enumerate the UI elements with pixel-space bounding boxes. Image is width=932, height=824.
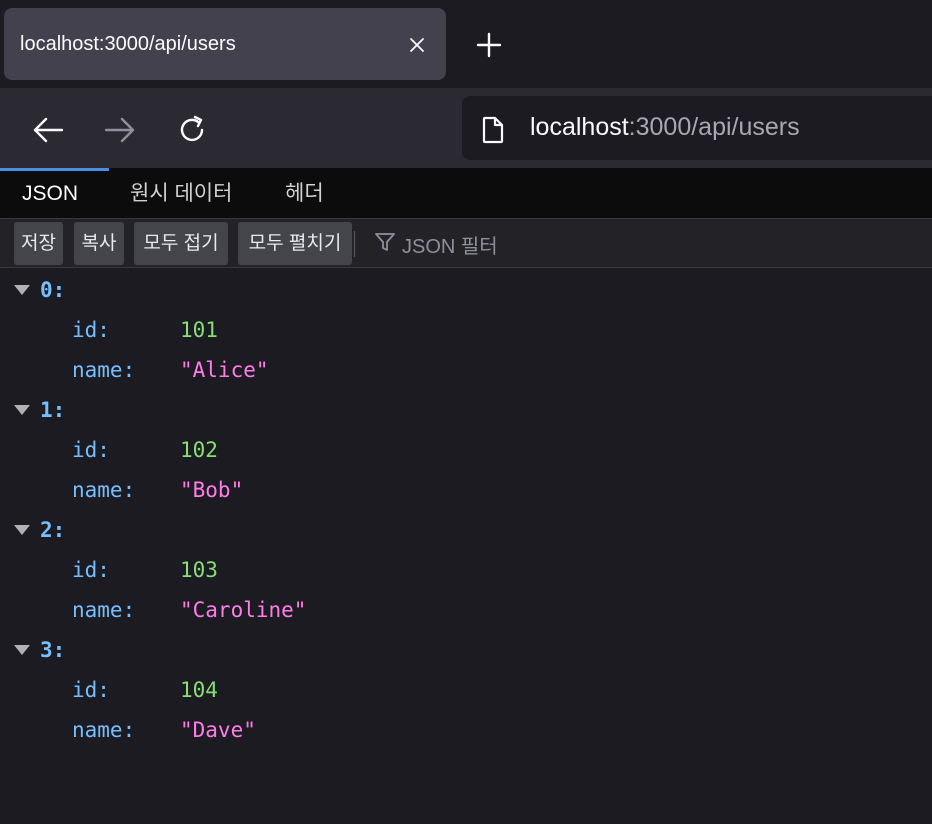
tree-row-index[interactable]: 3: xyxy=(0,630,932,670)
tree-row-name[interactable]: name: "Dave" xyxy=(0,710,932,750)
back-arrow-icon[interactable] xyxy=(26,108,70,152)
key-label: name: xyxy=(72,718,136,742)
json-filter-input[interactable]: JSON 필터 xyxy=(374,231,498,258)
forward-arrow-icon[interactable] xyxy=(98,108,142,152)
string-value: "Dave" xyxy=(180,718,256,742)
array-index: 1: xyxy=(40,398,66,422)
twisty-down-icon[interactable] xyxy=(14,405,30,415)
save-button[interactable]: 저장 xyxy=(14,222,63,265)
twisty-down-icon[interactable] xyxy=(14,285,30,295)
url-host: localhost xyxy=(530,113,629,141)
document-icon xyxy=(482,116,504,149)
tree-row-index[interactable]: 0: xyxy=(0,270,932,310)
tab-title: localhost:3000/api/users xyxy=(20,33,236,55)
number-value: 101 xyxy=(180,318,218,342)
key-label: name: xyxy=(72,478,136,502)
browser-tab[interactable]: localhost:3000/api/users xyxy=(4,8,446,80)
tree-row-id[interactable]: id: 103 xyxy=(0,550,932,590)
key-label: id: xyxy=(72,318,110,342)
tree-row-index[interactable]: 1: xyxy=(0,390,932,430)
tree-row-id[interactable]: id: 101 xyxy=(0,310,932,350)
key-label: id: xyxy=(72,558,110,582)
expand-all-button[interactable]: 모두 펼치기 xyxy=(238,222,352,265)
filter-placeholder: JSON 필터 xyxy=(402,235,498,258)
key-label: name: xyxy=(72,358,136,382)
key-label: id: xyxy=(72,438,110,462)
tree-row-id[interactable]: id: 104 xyxy=(0,670,932,710)
url-text[interactable]: localhost:3000/api/users xyxy=(530,113,800,142)
array-index: 2: xyxy=(40,518,66,542)
tab-raw-data[interactable]: 원시 데이터 xyxy=(130,168,232,218)
toolbar-divider xyxy=(354,231,355,257)
collapse-all-button[interactable]: 모두 접기 xyxy=(134,222,228,265)
tab-json[interactable]: JSON xyxy=(22,168,78,218)
number-value: 104 xyxy=(180,678,218,702)
url-bar[interactable]: localhost:3000/api/users xyxy=(462,96,932,160)
tab-headers[interactable]: 헤더 xyxy=(285,168,324,218)
array-index: 3: xyxy=(40,638,66,662)
number-value: 102 xyxy=(180,438,218,462)
browser-tab-strip: localhost:3000/api/users xyxy=(0,0,932,88)
navigation-bar: localhost:3000/api/users xyxy=(0,88,932,168)
number-value: 103 xyxy=(180,558,218,582)
tree-row-name[interactable]: name: "Bob" xyxy=(0,470,932,510)
plus-icon[interactable] xyxy=(470,26,508,64)
tree-row-index[interactable]: 2: xyxy=(0,510,932,550)
twisty-down-icon[interactable] xyxy=(14,645,30,655)
key-label: id: xyxy=(72,678,110,702)
string-value: "Caroline" xyxy=(180,598,307,622)
twisty-down-icon[interactable] xyxy=(14,525,30,535)
tree-row-id[interactable]: id: 102 xyxy=(0,430,932,470)
url-path: :3000/api/users xyxy=(628,113,800,141)
tree-row-name[interactable]: name: "Caroline" xyxy=(0,590,932,630)
reload-icon[interactable] xyxy=(170,108,214,152)
copy-button[interactable]: 복사 xyxy=(74,222,124,265)
filter-icon xyxy=(374,231,396,258)
json-viewer-tabs: JSON 원시 데이터 헤더 xyxy=(0,168,932,219)
json-toolbar: 저장 복사 모두 접기 모두 펼치기 JSON 필터 xyxy=(0,219,932,268)
close-icon[interactable] xyxy=(402,30,432,60)
tree-row-name[interactable]: name: "Alice" xyxy=(0,350,932,390)
string-value: "Alice" xyxy=(180,358,269,382)
array-index: 0: xyxy=(40,278,66,302)
key-label: name: xyxy=(72,598,136,622)
string-value: "Bob" xyxy=(180,478,244,502)
